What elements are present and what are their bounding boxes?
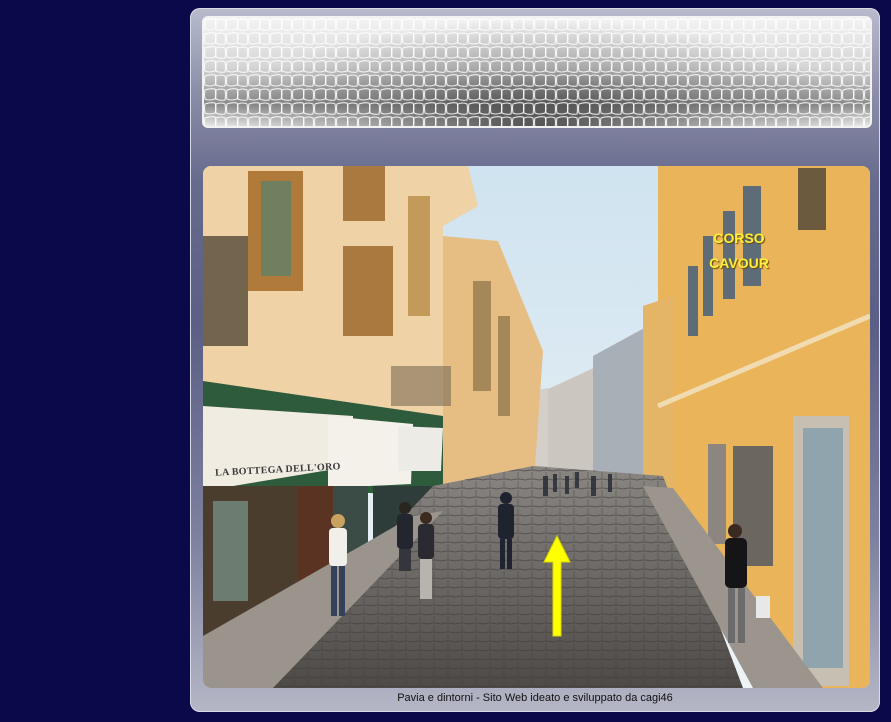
header-banner — [202, 16, 872, 128]
content-frame: CORSO CAVOUR LA BOTTEGA DELL'ORO Pavia e… — [190, 8, 880, 712]
street-photo: CORSO CAVOUR LA BOTTEGA DELL'ORO — [203, 166, 870, 688]
street-name-line1: CORSO — [713, 230, 765, 246]
footer-credit: Pavia e dintorni - Sito Web ideato e svi… — [397, 692, 673, 704]
street-name-line2: CAVOUR — [709, 255, 769, 271]
cobblestone-texture — [204, 18, 870, 126]
street-name-label: CORSO CAVOUR — [689, 226, 789, 276]
